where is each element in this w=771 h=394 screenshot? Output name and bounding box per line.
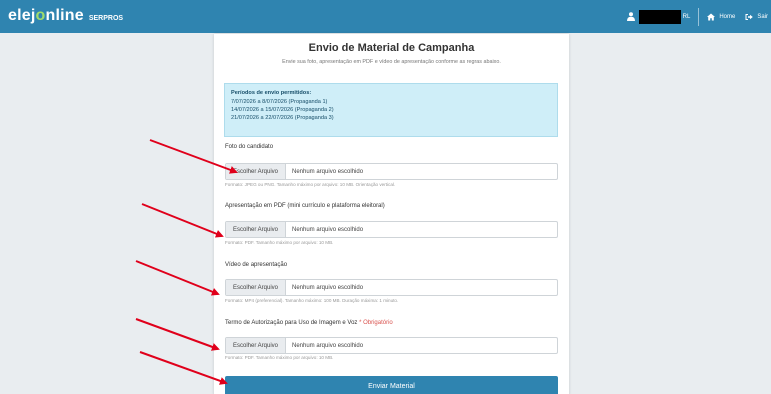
- logout-label: Sair: [757, 13, 768, 20]
- pdf-file-input[interactable]: Escolher Arquivo Nenhum arquivo escolhid…: [225, 221, 558, 238]
- pdf-label: Apresentação em PDF (mini currículo e pl…: [225, 203, 385, 209]
- video-file-status: Nenhum arquivo escolhido: [292, 284, 364, 291]
- top-navbar: elejonline SERPROS RL Home Sair: [0, 0, 771, 33]
- logout-icon: [745, 13, 754, 20]
- consent-file-status: Nenhum arquivo escolhido: [292, 342, 364, 349]
- user-icon: [626, 12, 635, 21]
- submit-material-button[interactable]: Enviar Material: [225, 376, 558, 394]
- video-help-text: Formato: MP4 (preferencial). Tamanho máx…: [225, 298, 399, 303]
- video-label: Vídeo de apresentação: [225, 262, 288, 268]
- consent-file-input[interactable]: Escolher Arquivo Nenhum arquivo escolhid…: [225, 337, 558, 354]
- pdf-help-text: Formato: PDF. Tamanho máximo por arquivo…: [225, 240, 334, 245]
- page-subtitle: Envie sua foto, apresentação em PDF e ví…: [282, 59, 501, 65]
- pdf-file-status: Nenhum arquivo escolhido: [292, 226, 364, 233]
- page-title: Envio de Material de Campanha: [308, 42, 475, 54]
- consent-choose-file-button[interactable]: Escolher Arquivo: [226, 338, 286, 353]
- consent-help-text: Formato: PDF. Tamanho máximo por arquivo…: [225, 355, 334, 360]
- consent-label: Termo de Autorização para Uso de Imagem …: [225, 320, 393, 326]
- photo-label: Foto do candidato: [225, 144, 274, 150]
- username-suffix: RL: [682, 13, 691, 20]
- home-link[interactable]: Home: [707, 13, 735, 21]
- required-marker: * Obrigatório: [359, 320, 393, 326]
- photo-choose-file-button[interactable]: Escolher Arquivo: [226, 164, 286, 179]
- period-item: 7/07/2026 a 8/07/2026 (Propaganda 1): [231, 99, 328, 105]
- period-item: 14/07/2026 a 15/07/2026 (Propaganda 2): [231, 107, 334, 113]
- photo-help-text: Formato: JPEG ou PNG. Tamanho máximo por…: [225, 182, 396, 187]
- home-label: Home: [719, 13, 736, 20]
- home-icon: [707, 13, 716, 20]
- periods-heading: Períodos de envio permitidos:: [231, 90, 312, 96]
- photo-file-input[interactable]: Escolher Arquivo Nenhum arquivo escolhid…: [225, 163, 558, 180]
- arrow-to-consent-button: [135, 318, 220, 351]
- nav-divider: [698, 7, 700, 26]
- brand-subtitle: SERPROS: [88, 15, 124, 22]
- upload-periods-alert: Períodos de envio permitidos: 7/07/2026 …: [224, 83, 558, 137]
- video-file-input[interactable]: Escolher Arquivo Nenhum arquivo escolhid…: [225, 279, 558, 296]
- arrow-to-video-button: [135, 260, 220, 296]
- brand-name: elejonline: [8, 7, 84, 24]
- photo-file-status: Nenhum arquivo escolhido: [292, 168, 364, 175]
- consent-label-text: Termo de Autorização para Uso de Imagem …: [225, 320, 358, 326]
- brand-logo[interactable]: elejonline SERPROS: [8, 7, 123, 27]
- video-choose-file-button[interactable]: Escolher Arquivo: [226, 280, 286, 295]
- upload-card: Envio de Material de Campanha Envie sua …: [214, 34, 569, 394]
- arrow-to-pdf-button: [141, 203, 224, 238]
- period-item: 21/07/2026 a 22/07/2026 (Propaganda 3): [231, 115, 334, 121]
- pdf-choose-file-button[interactable]: Escolher Arquivo: [226, 222, 286, 237]
- redacted-username: [638, 9, 681, 24]
- logout-link[interactable]: Sair: [745, 13, 768, 21]
